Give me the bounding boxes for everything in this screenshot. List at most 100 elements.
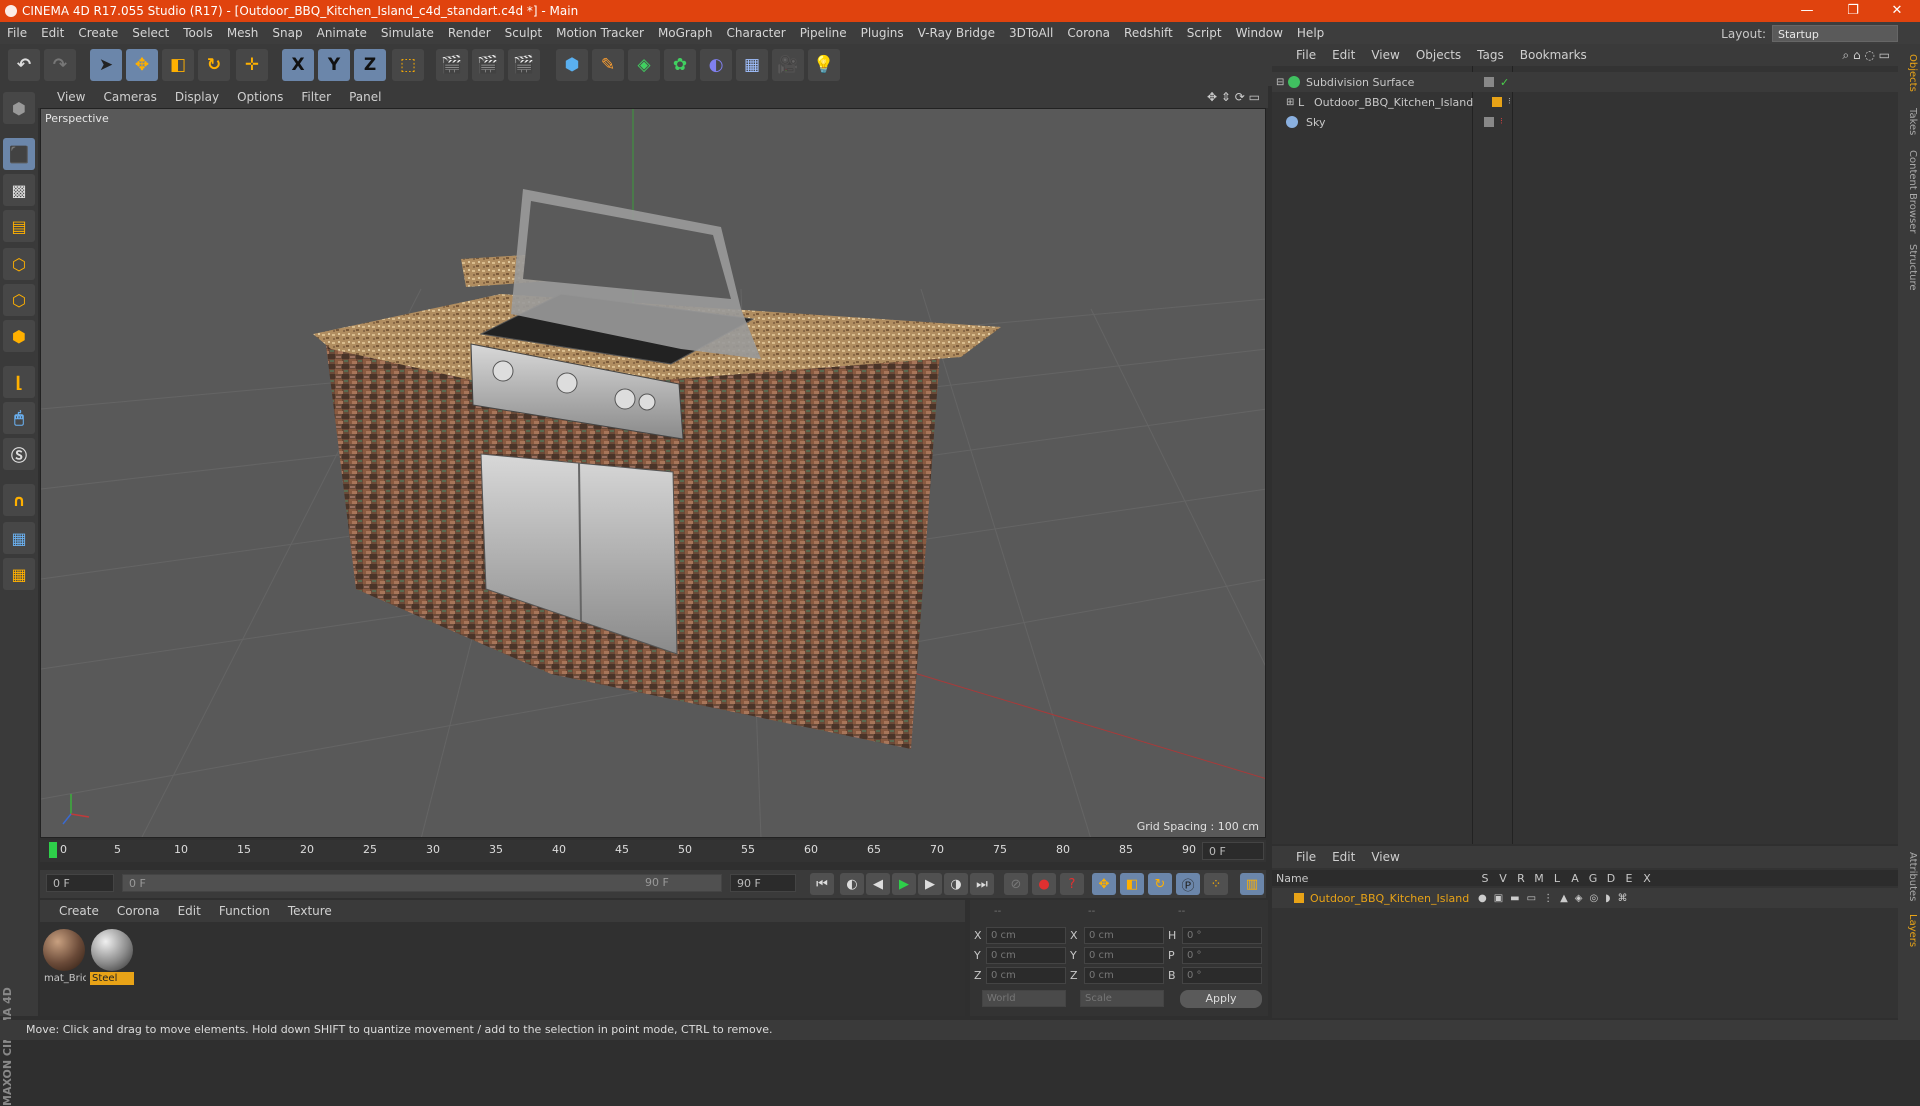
coordinate-system-icon[interactable]: ⬚ [392,49,424,81]
transform-icon[interactable]: ✛ [236,49,268,81]
restore-icon[interactable]: ❐ [1830,0,1876,22]
rotate-icon[interactable]: ↻ [198,49,230,81]
start-frame-field[interactable]: 0 F [46,874,114,892]
viewport-menu-view[interactable]: View [48,90,94,104]
go-to-start-icon[interactable]: ⏮ [810,873,834,895]
axis-mode-icon[interactable]: ⌊ [3,366,35,398]
size-x-field[interactable]: 0 cm [1084,926,1164,944]
menu-character[interactable]: Character [719,26,792,40]
play-icon[interactable]: ▶ [892,873,916,895]
light-icon[interactable]: 💡 [808,49,840,81]
cube-primitive-icon[interactable]: ⬢ [556,49,588,81]
camera-icon[interactable]: 🎥 [772,49,804,81]
rotation-b-field[interactable]: 0 ° [1182,966,1262,984]
menu-render[interactable]: Render [441,26,498,40]
viewport-menu-cameras[interactable]: Cameras [94,90,165,104]
layers-menu-view[interactable]: View [1363,850,1407,864]
previous-frame-icon[interactable]: ◀ [866,873,890,895]
objects-menu-bookmarks[interactable]: Bookmarks [1512,48,1595,62]
material-menu-create[interactable]: Create [50,904,108,918]
material-swatch[interactable]: mat_Bric [42,928,86,988]
key-pla-icon[interactable]: ⁘ [1204,873,1228,895]
object-manager-tools-icon[interactable]: ⌕ ⌂ ◌ ▭ [1842,48,1890,63]
next-key-icon[interactable]: ◑ [944,873,968,895]
material-menu-function[interactable]: Function [210,904,279,918]
viewport-menu-filter[interactable]: Filter [292,90,340,104]
apply-button[interactable]: Apply [1180,990,1262,1008]
coordinate-mode-dropdown[interactable]: World [982,990,1066,1007]
objects-menu-tags[interactable]: Tags [1469,48,1512,62]
objects-menu-objects[interactable]: Objects [1408,48,1469,62]
menu-edit[interactable]: Edit [34,26,71,40]
menu-plugins[interactable]: Plugins [854,26,911,40]
redo-icon[interactable]: ↷ [44,49,76,81]
perspective-viewport[interactable]: Perspective Grid Spacing : 100 cm [40,108,1266,838]
menu-file[interactable]: File [0,26,34,40]
menu-pipeline[interactable]: Pipeline [793,26,854,40]
render-view-icon[interactable]: 🎬 [436,49,468,81]
side-tab-content-browser[interactable]: Content Browser [1900,150,1918,233]
size-mode-dropdown[interactable]: Scale [1080,990,1164,1007]
objects-menu-view[interactable]: View [1363,48,1407,62]
position-x-field[interactable]: 0 cm [986,926,1066,944]
points-mode-icon[interactable]: ⬡ [3,248,35,280]
live-selection-icon[interactable]: ➤ [90,49,122,81]
key-position-icon[interactable]: ✥ [1092,873,1116,895]
object-row[interactable]: Sky ⁝ [1272,112,1898,132]
menu-sculpt[interactable]: Sculpt [498,26,549,40]
preview-range-slider[interactable]: 0 F [122,874,722,892]
timeline-window-icon[interactable]: ▥ [1240,873,1264,895]
previous-key-icon[interactable]: ◐ [840,873,864,895]
side-tab-takes[interactable]: Takes [1900,108,1918,135]
menu-mesh[interactable]: Mesh [220,26,266,40]
autokey-icon[interactable]: ● [1032,873,1056,895]
menu-vray-bridge[interactable]: V-Ray Bridge [911,26,1002,40]
layer-row[interactable]: Outdoor_BBQ_Kitchen_Island ●▣▬▭⋮▲◈◎◗⌘ [1272,888,1898,908]
object-row[interactable]: ⊞ L Outdoor_BBQ_Kitchen_Island ⁝ [1272,92,1898,112]
render-picture-viewer-icon[interactable]: 🎬 [472,49,504,81]
menu-mograph[interactable]: MoGraph [651,26,720,40]
edges-mode-icon[interactable]: ⬡ [3,284,35,316]
texture-mode-icon[interactable]: ▩ [3,174,35,206]
timeline-playhead[interactable] [49,842,57,858]
lock-workplane-icon[interactable]: ▦ [3,522,35,554]
layers-menu-edit[interactable]: Edit [1324,850,1363,864]
menu-redshift[interactable]: Redshift [1117,26,1180,40]
undo-icon[interactable]: ↶ [8,49,40,81]
scale-icon[interactable]: ◧ [162,49,194,81]
tweak-mode-icon[interactable]: 🖱 [3,402,35,434]
mograph-cloner-icon[interactable]: ✿ [664,49,696,81]
material-menu-texture[interactable]: Texture [279,904,341,918]
objects-menu-file[interactable]: File [1288,48,1324,62]
layer-toggle-icons[interactable]: ●▣▬▭⋮▲◈◎◗⌘ [1478,893,1634,904]
record-keys-icon[interactable]: ⊘ [1004,873,1028,895]
side-tab-attributes[interactable]: Attributes [1900,852,1918,901]
close-icon[interactable]: ✕ [1874,0,1920,22]
edit-visibility-icon[interactable] [1484,77,1494,87]
layers-menu-file[interactable]: File [1288,850,1324,864]
render-settings-icon[interactable]: 🎬 [508,49,540,81]
current-frame-field[interactable]: 0 F [1202,842,1264,860]
snap-icon[interactable]: Ⓢ [3,438,35,470]
enabled-check-icon[interactable]: ✓ [1500,76,1509,89]
rotation-h-field[interactable]: 0 ° [1182,926,1262,944]
viewport-nav-icons[interactable]: ✥ ⇕ ⟳ ▭ [1207,90,1260,104]
size-z-field[interactable]: 0 cm [1084,966,1164,984]
model-mode-icon[interactable]: ⬛ [3,138,35,170]
layer-color-icon[interactable] [1492,97,1502,107]
subdivision-icon[interactable]: ◈ [628,49,660,81]
objects-menu-edit[interactable]: Edit [1324,48,1363,62]
side-tab-structure[interactable]: Structure [1900,244,1918,291]
material-menu-corona[interactable]: Corona [108,904,169,918]
side-tab-layers[interactable]: Layers [1900,914,1918,947]
visibility-dots-icon[interactable]: ⁝ [1508,97,1511,107]
y-axis-lock-button[interactable]: Y [318,49,350,81]
magnet-icon[interactable]: ∩ [3,484,35,516]
side-tab-objects[interactable]: Objects [1900,54,1918,92]
pen-spline-icon[interactable]: ✎ [592,49,624,81]
z-axis-lock-button[interactable]: Z [354,49,386,81]
position-z-field[interactable]: 0 cm [986,966,1066,984]
viewport-menu-options[interactable]: Options [228,90,292,104]
expand-icon[interactable]: ⊟ [1276,77,1288,88]
key-scale-icon[interactable]: ◧ [1120,873,1144,895]
